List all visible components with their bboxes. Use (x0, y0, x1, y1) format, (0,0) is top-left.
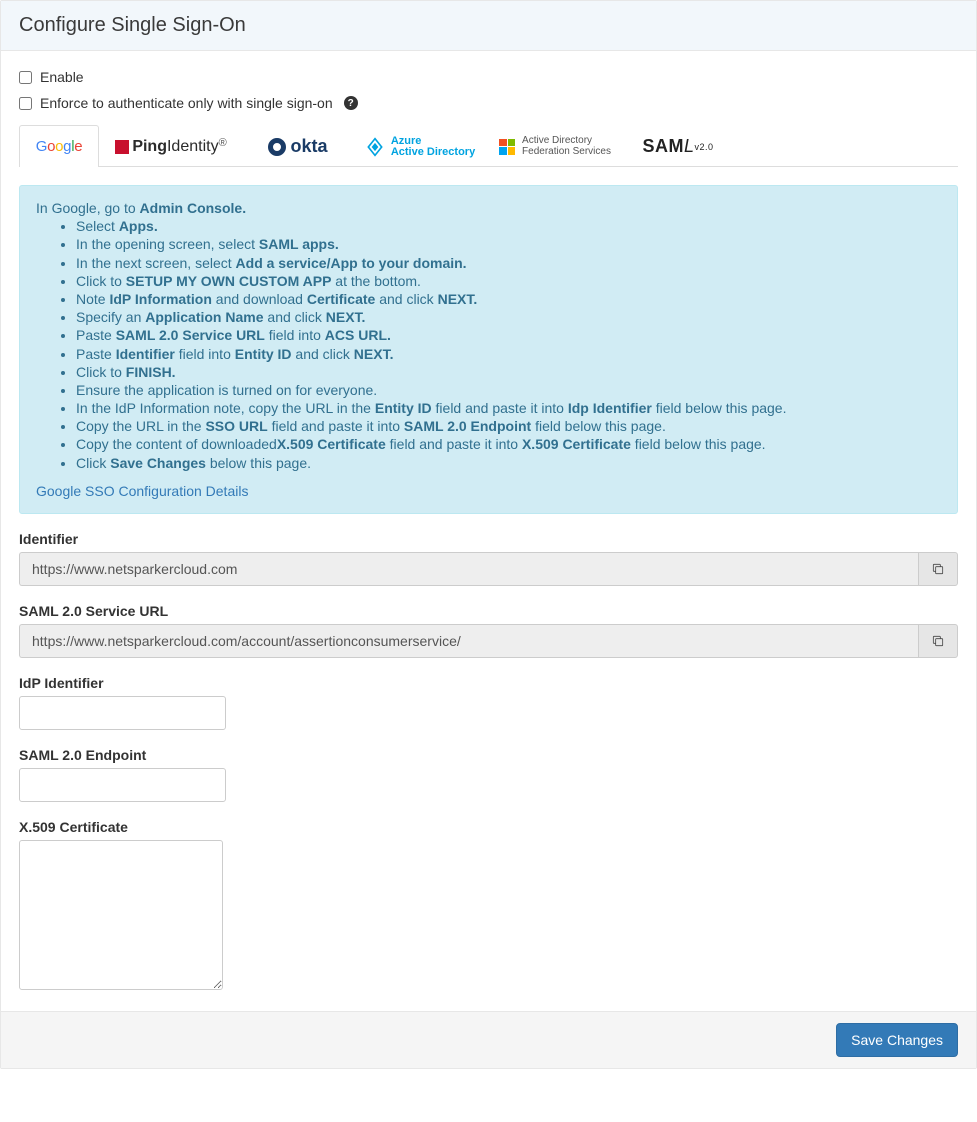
instructions-box: In Google, go to Admin Console. Select A… (19, 185, 958, 514)
sso-panel: Configure Single Sign-On Enable Enforce … (0, 0, 977, 1069)
config-details-link[interactable]: Google SSO Configuration Details (36, 483, 248, 499)
instruction-item: Select Apps. (76, 217, 941, 235)
instruction-item: Click to SETUP MY OWN CUSTOM APP at the … (76, 272, 941, 290)
instruction-item: Copy the content of downloadedX.509 Cert… (76, 435, 941, 453)
provider-tabs: Google PingIdentity® okta AzureActive Di… (19, 125, 958, 167)
identifier-group: Identifier (19, 531, 958, 586)
enforce-checkbox[interactable] (19, 97, 32, 110)
tab-azure-ad[interactable]: AzureActive Directory (353, 125, 487, 167)
okta-logo-icon: okta (268, 136, 327, 157)
copy-identifier-button[interactable] (918, 552, 958, 586)
panel-title: Configure Single Sign-On (1, 1, 976, 51)
endpoint-group: SAML 2.0 Endpoint (19, 747, 958, 802)
idp-identifier-label: IdP Identifier (19, 675, 958, 691)
cert-textarea[interactable] (19, 840, 223, 990)
instruction-item: Click to FINISH. (76, 363, 941, 381)
endpoint-label: SAML 2.0 Endpoint (19, 747, 958, 763)
identifier-label: Identifier (19, 531, 958, 547)
instruction-item: In the IdP Information note, copy the UR… (76, 399, 941, 417)
cert-label: X.509 Certificate (19, 819, 958, 835)
panel-body: Enable Enforce to authenticate only with… (1, 51, 976, 1011)
instruction-item: In the opening screen, select SAML apps. (76, 235, 941, 253)
google-logo-icon: Google (36, 138, 83, 155)
tab-saml[interactable]: SAMLv2.0 (623, 125, 733, 167)
idp-identifier-input[interactable] (19, 696, 226, 730)
instruction-item: In the next screen, select Add a service… (76, 254, 941, 272)
adfs-logo-icon: Active DirectoryFederation Services (499, 136, 611, 157)
azure-logo-icon: AzureActive Directory (365, 136, 475, 158)
tab-adfs[interactable]: Active DirectoryFederation Services (487, 125, 623, 167)
instructions-list: Select Apps.In the opening screen, selec… (36, 217, 941, 472)
service-url-group: SAML 2.0 Service URL (19, 603, 958, 658)
identifier-input[interactable] (19, 552, 918, 586)
copy-service-url-button[interactable] (918, 624, 958, 658)
instruction-item: Paste Identifier field into Entity ID an… (76, 345, 941, 363)
instruction-item: Click Save Changes below this page. (76, 454, 941, 472)
copy-icon (931, 562, 945, 576)
enable-label: Enable (40, 69, 84, 85)
instruction-item: Paste SAML 2.0 Service URL field into AC… (76, 326, 941, 344)
endpoint-input[interactable] (19, 768, 226, 802)
help-icon[interactable]: ? (344, 96, 358, 110)
enable-row: Enable (19, 69, 958, 85)
instruction-item: Note IdP Information and download Certif… (76, 290, 941, 308)
cert-group: X.509 Certificate (19, 819, 958, 993)
instruction-item: Specify an Application Name and click NE… (76, 308, 941, 326)
idp-identifier-group: IdP Identifier (19, 675, 958, 730)
enforce-row: Enforce to authenticate only with single… (19, 95, 958, 111)
enable-checkbox[interactable] (19, 71, 32, 84)
tab-pingidentity[interactable]: PingIdentity® (99, 125, 243, 167)
panel-footer: Save Changes (1, 1011, 976, 1068)
saml-logo-icon: SAMLv2.0 (642, 136, 713, 157)
service-url-label: SAML 2.0 Service URL (19, 603, 958, 619)
instruction-item: Copy the URL in the SSO URL field and pa… (76, 417, 941, 435)
service-url-input[interactable] (19, 624, 918, 658)
instructions-intro: In Google, go to Admin Console. (36, 199, 941, 217)
enforce-label: Enforce to authenticate only with single… (40, 95, 333, 111)
ping-logo-icon: PingIdentity® (115, 138, 226, 156)
save-button[interactable]: Save Changes (836, 1023, 958, 1057)
tab-google[interactable]: Google (19, 125, 99, 167)
instruction-item: Ensure the application is turned on for … (76, 381, 941, 399)
tab-okta[interactable]: okta (243, 125, 353, 167)
copy-icon (931, 634, 945, 648)
